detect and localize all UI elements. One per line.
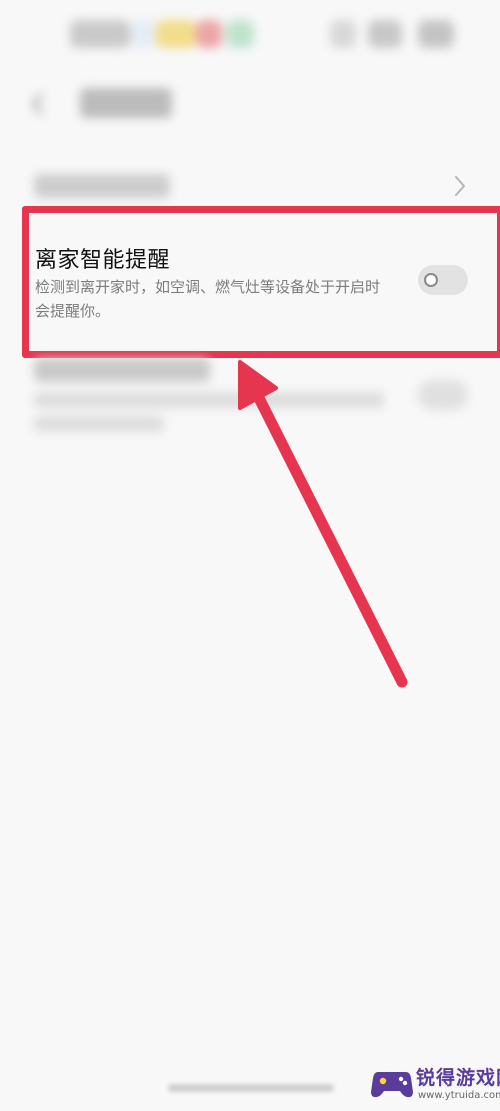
gamepad-logo-icon bbox=[371, 1072, 413, 1098]
status-bar bbox=[0, 0, 500, 64]
toggle-switch-icon bbox=[424, 273, 438, 287]
toggle-switch-icon[interactable] bbox=[418, 380, 468, 410]
away-reminder-toggle[interactable] bbox=[418, 265, 468, 295]
page-title bbox=[80, 88, 172, 118]
status-icon bbox=[156, 20, 196, 48]
setting-row[interactable] bbox=[0, 352, 500, 442]
wifi-icon bbox=[368, 20, 402, 48]
chevron-right-icon[interactable] bbox=[452, 174, 468, 198]
status-icon bbox=[196, 20, 222, 48]
status-icon bbox=[130, 20, 156, 48]
back-arrow-icon[interactable] bbox=[26, 92, 50, 116]
signal-icon bbox=[330, 20, 356, 48]
setting-description: 检测到离开家时，如空调、燃气灶等设备处于开启时会提醒你。 bbox=[35, 278, 381, 320]
setting-title: 离家智能提醒 bbox=[35, 248, 171, 273]
status-time bbox=[70, 20, 130, 48]
watermark-url: www.ytruida.com bbox=[418, 1090, 500, 1101]
home-indicator bbox=[168, 1084, 334, 1092]
status-icon bbox=[226, 20, 254, 48]
battery-icon bbox=[418, 20, 454, 48]
watermark: 锐得游戏网 www.ytruida.com bbox=[370, 1058, 500, 1110]
setting-row-description bbox=[34, 392, 384, 408]
header bbox=[0, 70, 500, 134]
setting-row[interactable] bbox=[0, 160, 500, 210]
setting-row-label bbox=[34, 358, 210, 382]
setting-row-description bbox=[34, 416, 164, 432]
setting-row-label bbox=[34, 174, 170, 198]
watermark-title: 锐得游戏网 bbox=[416, 1067, 500, 1089]
